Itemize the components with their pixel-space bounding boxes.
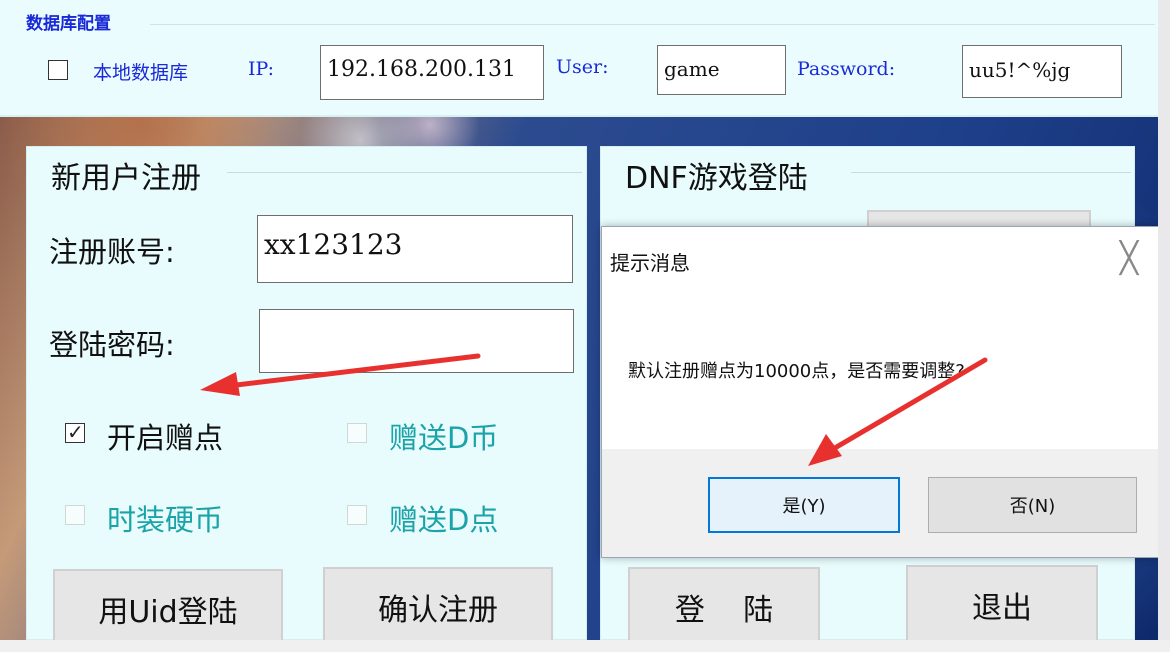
register-panel-divider <box>227 172 582 173</box>
give-dpoint-label: 赠送D点 <box>389 503 499 537</box>
local-db-label: 本地数据库 <box>93 62 189 84</box>
register-panel: 新用户注册 注册账号: xx123123 登陆密码: 开启赠点 赠送D币 时装硬… <box>26 146 587 649</box>
db-config-group: 数据库配置 本地数据库 IP: 192.168.200.131 User: ga… <box>0 0 1158 117</box>
fashion-coin-checkbox[interactable] <box>65 505 85 525</box>
close-icon[interactable]: ╳ <box>1111 241 1147 277</box>
give-dcoin-label: 赠送D币 <box>389 421 499 455</box>
password-label-reg: 登陆密码: <box>49 328 175 362</box>
password-label: Password: <box>797 58 896 80</box>
ip-label: IP: <box>248 58 275 80</box>
user-label: User: <box>556 56 609 78</box>
dialog-title: 提示消息 <box>610 251 690 275</box>
right-edge <box>1158 0 1170 652</box>
bottom-edge <box>0 640 1170 652</box>
reg-password-input[interactable] <box>259 309 574 373</box>
fashion-coin-label: 时装硬币 <box>107 503 224 537</box>
dialog-footer: 是(Y) 否(N) <box>602 449 1162 557</box>
uid-login-button[interactable]: 用Uid登陆 <box>53 569 283 649</box>
account-input[interactable]: xx123123 <box>257 215 573 283</box>
register-panel-title: 新用户注册 <box>45 153 207 197</box>
db-config-divider <box>150 24 1155 25</box>
confirm-register-button[interactable]: 确认注册 <box>323 567 553 647</box>
login-panel-divider <box>851 172 1131 173</box>
yes-button[interactable]: 是(Y) <box>708 477 900 533</box>
exit-button[interactable]: 退出 <box>906 565 1098 645</box>
enable-bonus-label: 开启赠点 <box>107 421 224 455</box>
no-button[interactable]: 否(N) <box>928 477 1137 533</box>
login-panel-title: DNF游戏登陆 <box>619 153 814 197</box>
message-dialog: 提示消息 ╳ 默认注册赠点为10000点，是否需要调整? 是(Y) 否(N) <box>601 226 1163 558</box>
db-config-title: 数据库配置 <box>26 14 111 34</box>
user-input[interactable]: game <box>657 45 786 95</box>
give-dcoin-checkbox[interactable] <box>347 423 367 443</box>
dialog-message: 默认注册赠点为10000点，是否需要调整? <box>628 361 965 382</box>
login-button[interactable]: 登 陆 <box>628 567 820 647</box>
password-input[interactable]: uu5!^%jg <box>962 45 1122 98</box>
give-dpoint-checkbox[interactable] <box>347 505 367 525</box>
account-label: 注册账号: <box>49 235 175 269</box>
enable-bonus-checkbox[interactable] <box>65 420 85 444</box>
ip-input[interactable]: 192.168.200.131 <box>320 45 544 100</box>
app-window: 数据库配置 本地数据库 IP: 192.168.200.131 User: ga… <box>0 0 1170 652</box>
local-db-checkbox[interactable] <box>48 60 68 80</box>
